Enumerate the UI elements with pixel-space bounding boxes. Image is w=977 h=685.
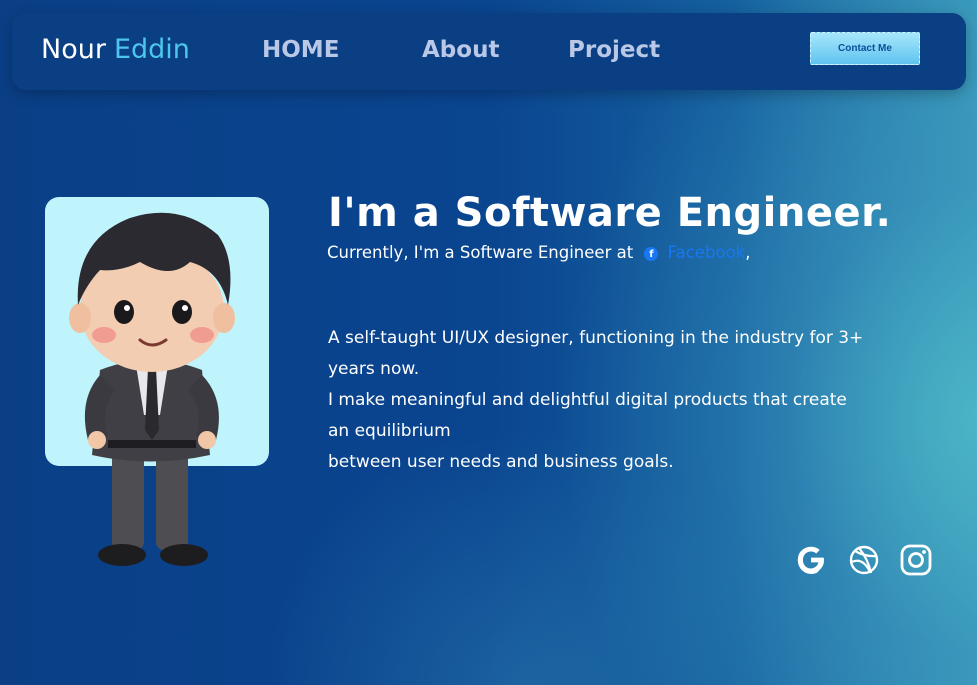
bio-paragraph: A self-taught UI/UX designer, functionin…: [328, 323, 868, 478]
bio-line: I make meaningful and delightful digital…: [328, 390, 847, 441]
bio-line: A self-taught UI/UX designer, functionin…: [328, 328, 864, 379]
subline-suffix: ,: [745, 243, 751, 262]
top-navbar: Nour Eddin HOME About Project Contact Me: [12, 13, 966, 90]
nav-link-about[interactable]: About: [422, 37, 499, 63]
google-icon[interactable]: [794, 543, 828, 577]
subline-text: Currently, I'm a Software Engineer at: [327, 243, 634, 262]
brand-first-name: Nour: [41, 34, 106, 65]
avatar-illustration: [69, 212, 235, 566]
nav-link-home[interactable]: HOME: [262, 37, 339, 63]
bio-line: between user needs and business goals.: [328, 452, 674, 472]
company-link[interactable]: Facebook: [668, 243, 746, 262]
facebook-icon: f: [644, 246, 659, 261]
contact-me-button[interactable]: Contact Me: [810, 32, 920, 65]
brand-last-name: Eddin: [113, 34, 190, 65]
instagram-icon[interactable]: [899, 543, 933, 577]
dribbble-icon[interactable]: [847, 543, 881, 577]
nav-link-project[interactable]: Project: [568, 37, 660, 63]
hero-headline: I'm a Software Engineer.: [328, 190, 892, 236]
hero-subline: Currently, I'm a Software Engineer at f …: [327, 243, 750, 262]
brand-logo[interactable]: Nour Eddin: [41, 34, 190, 65]
